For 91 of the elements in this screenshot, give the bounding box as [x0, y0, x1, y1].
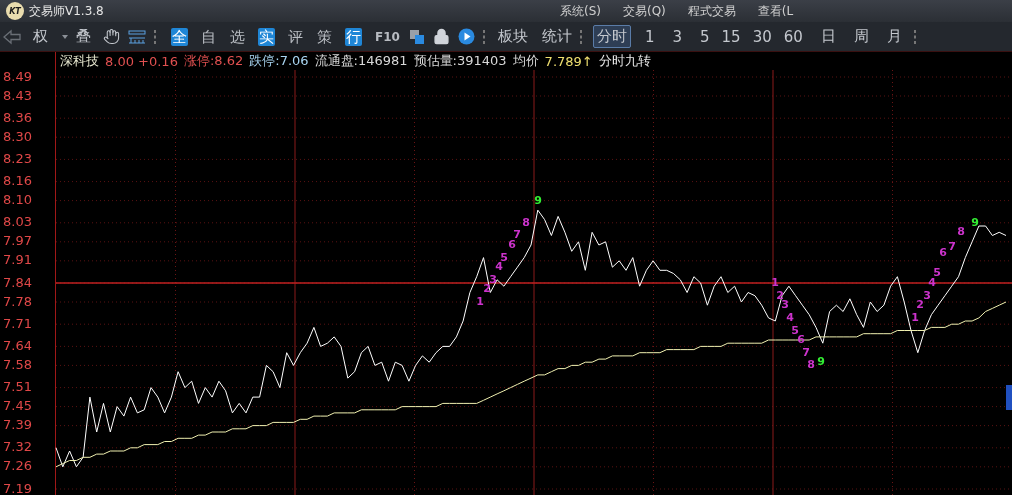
quick-button[interactable]: 策	[316, 27, 333, 46]
count-label: 8	[807, 358, 815, 371]
axis-label: 8.03	[3, 214, 32, 230]
count-label: 9	[534, 194, 542, 207]
edge-marker	[1006, 385, 1012, 410]
ruler-icon[interactable]	[128, 28, 146, 45]
count-label: 8	[522, 216, 530, 229]
quick-button[interactable]: 自	[200, 27, 217, 46]
quick-button[interactable]: F10	[374, 27, 401, 46]
count-label: 7	[513, 228, 521, 241]
period-tab[interactable]: 分时	[592, 25, 631, 48]
count-label: 5	[933, 266, 941, 279]
count-label: 7	[802, 346, 810, 359]
axis-label: 7.26	[3, 458, 32, 474]
count-label: 9	[817, 355, 825, 368]
axis-label: 7.84	[3, 274, 32, 290]
count-label: 6	[939, 246, 947, 259]
quick-button[interactable]: 选	[229, 27, 246, 46]
count-label: 1	[911, 311, 919, 324]
window-title: 交易师V1.3.8	[29, 2, 104, 20]
count-label: 5	[500, 251, 508, 264]
axis-label: 7.45	[3, 398, 32, 414]
axis-label: 7.64	[3, 337, 32, 353]
menu-item[interactable]: 系统(S)	[560, 2, 601, 20]
quote-info: 7.789↑	[544, 53, 593, 69]
period-tab[interactable]: 月	[882, 25, 906, 48]
count-label: 8	[957, 225, 965, 238]
quote-info: 流通盘:146981	[314, 52, 408, 70]
quote-info: 深科技	[60, 52, 99, 70]
quote-info: 均价	[512, 52, 539, 70]
app-logo: KT	[6, 2, 24, 20]
back-arrow-icon[interactable]	[3, 28, 21, 45]
count-label: 1	[476, 295, 484, 308]
count-label: 3	[923, 289, 931, 302]
quote-info: 分时九转	[598, 52, 651, 70]
axis-label: 7.97	[3, 233, 32, 249]
menu-item[interactable]: 交易(Q)	[623, 2, 666, 20]
axis-label: 7.91	[3, 252, 32, 268]
quote-info: 涨停:8.62	[183, 52, 244, 70]
axis-label: 8.30	[3, 128, 32, 144]
quick-button[interactable]: 评	[287, 27, 304, 46]
period-tab[interactable]: 3	[668, 25, 686, 48]
rights-button[interactable]: 权	[33, 27, 48, 46]
quick-button[interactable]: 全	[171, 27, 188, 46]
period-tab[interactable]: 5	[696, 25, 714, 48]
windows-icon[interactable]	[408, 28, 425, 45]
panel-button[interactable]: 统计	[541, 27, 572, 46]
count-label: 4	[786, 311, 794, 324]
period-tab[interactable]: 周	[849, 25, 873, 48]
caret-icon[interactable]	[62, 34, 68, 39]
axis-label: 7.78	[3, 293, 32, 309]
quick-button[interactable]: 实	[258, 27, 275, 46]
axis-label: 8.16	[3, 173, 32, 189]
quote-info: 8.00 +0.16	[105, 53, 178, 69]
hand-icon[interactable]	[103, 28, 120, 45]
separator-icon	[913, 29, 917, 44]
count-label: 7	[948, 240, 956, 253]
axis-label: 8.23	[3, 150, 32, 166]
count-label: 4	[495, 260, 503, 273]
count-label: 6	[508, 238, 516, 251]
axis-label: 8.10	[3, 192, 32, 208]
separator-icon	[154, 29, 157, 44]
separator-icon	[482, 29, 486, 44]
lock-icon[interactable]	[432, 28, 450, 45]
menu-item[interactable]: 程式交易	[687, 2, 736, 20]
axis-label: 8.43	[3, 87, 32, 103]
axis-label: 7.58	[3, 356, 32, 372]
period-tab[interactable]: 30	[748, 25, 776, 48]
axis-label: 8.36	[3, 109, 32, 125]
axis-label: 7.51	[3, 379, 32, 395]
period-tab[interactable]: 15	[717, 25, 745, 48]
menu-item[interactable]: 查看(L	[757, 2, 794, 20]
axis-label: 8.49	[3, 70, 32, 84]
panel-button[interactable]: 板块	[497, 27, 528, 46]
period-tab[interactable]: 1	[640, 25, 659, 48]
quick-button[interactable]: 行	[345, 27, 362, 46]
period-tab[interactable]: 日	[816, 25, 840, 48]
axis-label: 7.32	[3, 439, 32, 455]
axis-label: 7.19	[3, 480, 32, 495]
count-label: 9	[971, 216, 979, 229]
count-label: 3	[781, 298, 789, 311]
play-icon[interactable]	[457, 28, 475, 45]
quote-info: 预估量:391403	[413, 52, 507, 70]
axis-label: 7.71	[3, 315, 32, 331]
overlay-button[interactable]: 叠	[76, 27, 91, 46]
count-label: 2	[916, 298, 924, 311]
quote-info: 跌停:7.06	[249, 52, 309, 70]
separator-icon	[579, 29, 583, 44]
count-label: 1	[771, 276, 779, 289]
axis-label: 7.39	[3, 417, 32, 433]
period-tab[interactable]: 60	[779, 25, 807, 48]
